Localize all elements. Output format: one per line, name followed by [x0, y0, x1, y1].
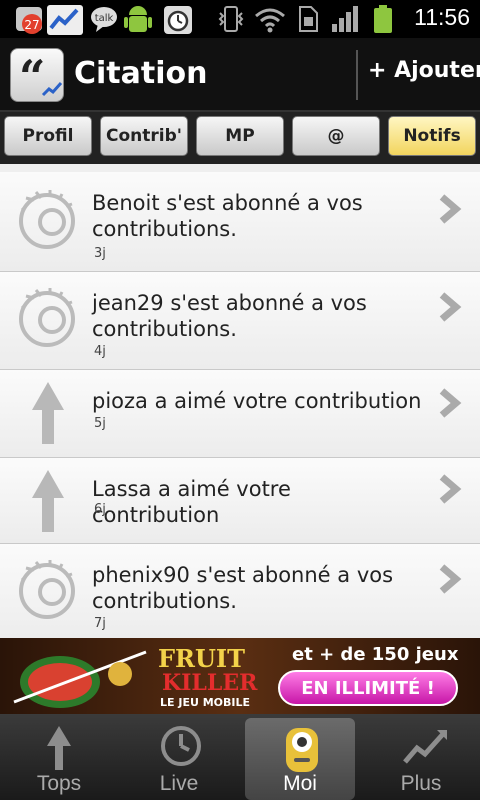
android-icon — [122, 4, 154, 40]
chevron-right-icon — [436, 564, 464, 598]
notification-time: 6j — [94, 502, 106, 517]
ad-promo-text: et + de 150 jeux — [292, 644, 459, 665]
vibrate-icon — [216, 4, 246, 38]
avatar-swirl-icon — [14, 186, 80, 256]
notification-text: Lassa a aimé votre contribution — [92, 477, 291, 527]
list-item[interactable]: Lassa a aimé votre contribution 6j — [0, 458, 480, 544]
ad-subtitle: LE JEU MOBILE — [160, 696, 251, 709]
notification-time: 3j — [94, 246, 106, 261]
wifi-icon — [254, 4, 286, 38]
notification-time: 5j — [94, 416, 106, 431]
nav-live[interactable]: Live — [124, 718, 234, 800]
signal-strength-icon — [330, 4, 360, 38]
ad-title-line2: KILLER — [162, 670, 258, 696]
nav-label: Tops — [36, 772, 82, 795]
nav-plus[interactable]: Plus — [366, 718, 476, 800]
nav-tops[interactable]: Tops — [4, 718, 114, 800]
status-bar: 27 talk 11:56 — [0, 0, 480, 38]
app-header: “ Citation + Ajouter — [0, 38, 480, 112]
notification-text: Benoit s'est abonné a vos contributions. — [92, 191, 363, 241]
citation-logo-icon: “ — [10, 48, 64, 104]
battery-icon — [372, 4, 394, 38]
tab-bar: Profil Contrib' MP @ Notifs — [0, 112, 480, 164]
chevron-right-icon — [436, 388, 464, 422]
clock-time: 11:56 — [414, 4, 470, 30]
app-title: Citation — [74, 56, 208, 91]
nav-moi[interactable]: Moi — [245, 718, 355, 800]
notification-text: jean29 s'est abonné a vos contributions. — [92, 291, 367, 341]
nav-label: Live — [159, 772, 199, 795]
user-face-icon — [280, 724, 324, 778]
notification-text: phenix90 s'est abonné a vos contribution… — [92, 563, 394, 613]
svg-text:“: “ — [19, 50, 45, 103]
citation-app-notification-icon — [46, 4, 84, 40]
ad-title-line1: FRUIT — [158, 644, 245, 673]
tab-notifs[interactable]: Notifs — [388, 116, 476, 156]
avatar-swirl-icon — [14, 284, 80, 354]
tab-mp[interactable]: MP — [196, 116, 284, 156]
chevron-right-icon — [436, 474, 464, 508]
svg-text:27: 27 — [24, 18, 39, 32]
header-divider — [356, 50, 358, 100]
add-button[interactable]: + Ajouter — [368, 58, 480, 83]
alarm-icon — [162, 4, 194, 40]
chevron-right-icon — [436, 292, 464, 326]
sim-card-icon — [296, 4, 320, 38]
list-item[interactable]: pioza a aimé votre contribution 5j — [0, 370, 480, 458]
up-arrow-icon — [28, 468, 68, 538]
chevron-right-icon — [436, 194, 464, 228]
list-item[interactable]: jean29 s'est abonné a vos contributions.… — [0, 272, 480, 370]
svg-text:talk: talk — [95, 13, 114, 24]
notification-time: 4j — [94, 344, 106, 359]
notification-list: Benoit s'est abonné a vos contributions.… — [0, 164, 480, 638]
clock-icon — [159, 724, 203, 774]
notification-time: 7j — [94, 616, 106, 631]
tab-profil[interactable]: Profil — [4, 116, 92, 156]
tab-mentions[interactable]: @ — [292, 116, 380, 156]
nav-label: Moi — [283, 772, 317, 795]
notification-text: pioza a aimé votre contribution — [92, 389, 422, 413]
nav-label: Plus — [400, 772, 442, 795]
tab-contrib[interactable]: Contrib' — [100, 116, 188, 156]
calendar-notification-icon: 27 — [14, 4, 46, 38]
ad-cta-button[interactable]: EN ILLIMITÉ ! — [278, 670, 458, 706]
up-arrow-icon — [39, 724, 79, 776]
up-arrow-icon — [28, 380, 68, 450]
bottom-navigation: Tops Live Moi Plus — [0, 714, 480, 800]
fruit-ninja-art-icon — [10, 644, 150, 714]
list-item[interactable]: phenix90 s'est abonné a vos contribution… — [0, 544, 480, 638]
avatar-swirl-icon — [14, 556, 80, 626]
trend-chart-icon — [401, 724, 449, 774]
ad-banner[interactable]: FRUIT KILLER LE JEU MOBILE et + de 150 j… — [0, 638, 480, 714]
talk-icon: talk — [90, 4, 118, 38]
list-item[interactable]: Benoit s'est abonné a vos contributions.… — [0, 172, 480, 272]
